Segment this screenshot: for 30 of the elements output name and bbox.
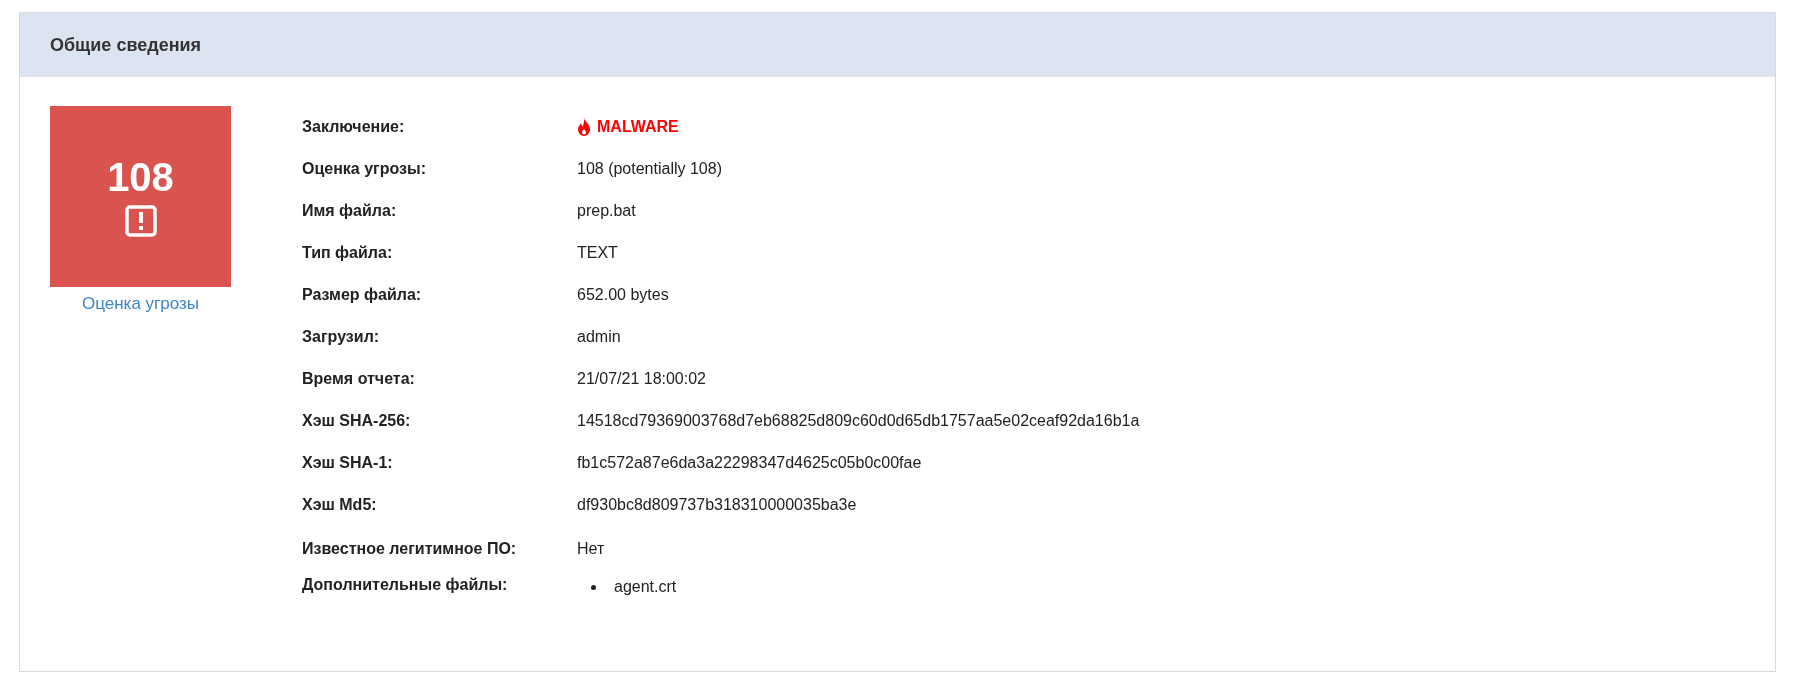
file-name: agent.crt: [614, 577, 677, 597]
threat-score: 108: [107, 156, 174, 197]
field-label: Время отчета:: [302, 369, 416, 389]
field-label: Хэш SHA-1:: [302, 453, 394, 473]
field-value: admin: [577, 327, 621, 347]
field-label: Оценка угрозы:: [302, 159, 428, 179]
field-label: Имя файла:: [302, 201, 398, 221]
field-label: Размер файла:: [302, 285, 423, 305]
field-value: 14518cd79369003768d7eb68825d809c60d0d65db1757aa5e02ceaf92da16b1a: [577, 411, 1140, 431]
field-value: 652.00 bytes: [577, 285, 669, 305]
field-value: 21/07/21 18:00:02: [577, 369, 706, 389]
warning-icon: [124, 204, 157, 237]
field-label: Заключение:: [302, 117, 406, 137]
field-label: Хэш SHA-256:: [302, 411, 412, 431]
field-value: Нет: [577, 539, 606, 559]
field-value: 108 (potentially 108): [577, 159, 722, 179]
threat-score-link[interactable]: Оценка угрозы: [50, 291, 231, 317]
field-label: Хэш Md5:: [302, 495, 378, 515]
flame-icon: [577, 118, 591, 136]
field-label: Тип файла:: [302, 243, 394, 263]
field-label: Известное легитимное ПО:: [302, 539, 518, 559]
panel-title: Общие сведения: [50, 33, 202, 57]
bullet-icon: [591, 584, 596, 590]
field-label: Дополнительные файлы:: [302, 575, 509, 595]
field-value: prep.bat: [577, 201, 636, 221]
field-label: Загрузил:: [302, 327, 381, 347]
field-value: TEXT: [577, 243, 618, 263]
field-value: fb1c572a87e6da3a22298347d4625c05b0c00fae: [577, 453, 922, 473]
field-value: df930bc8d809737b318310000035ba3e: [577, 495, 857, 515]
verdict-label: MALWARE: [597, 117, 679, 137]
